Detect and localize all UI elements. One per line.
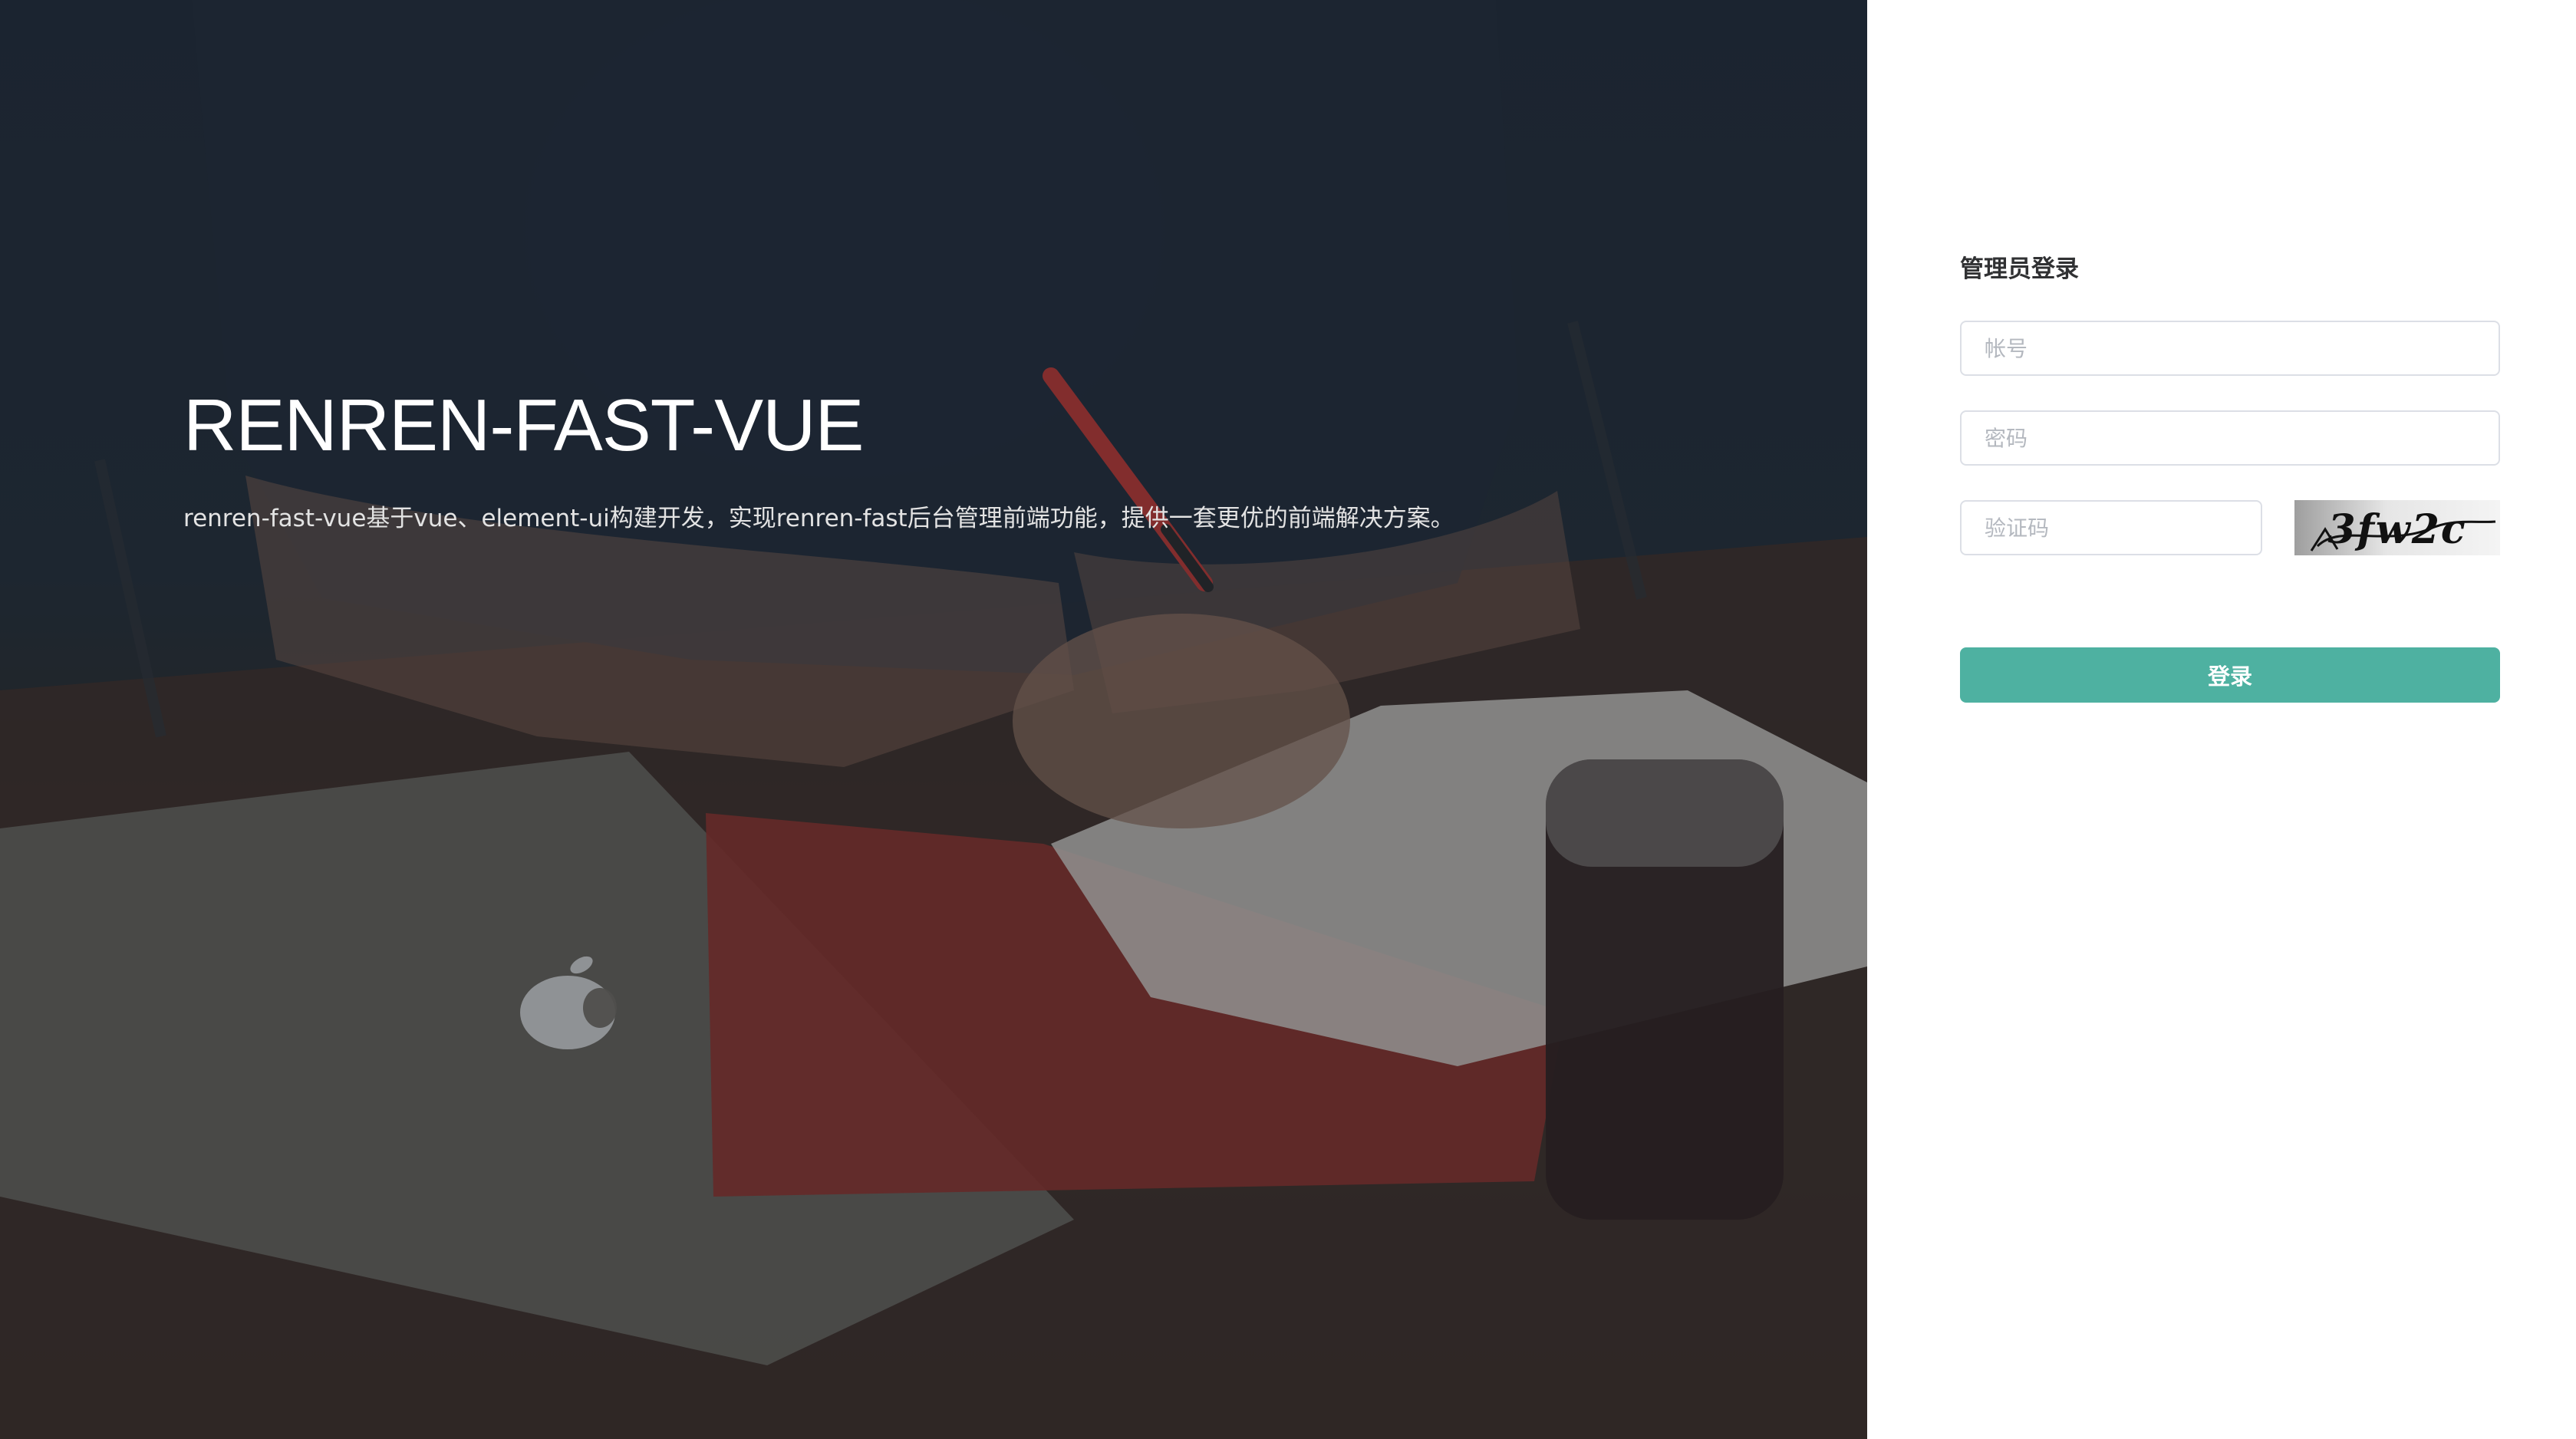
hero-content: RENREN-FAST-VUE renren-fast-vue基于vue、ele… <box>183 376 1641 535</box>
site-title: RENREN-FAST-VUE <box>183 384 864 466</box>
site-description: renren-fast-vue基于vue、element-ui构建开发，实现re… <box>183 505 1454 532</box>
password-row <box>1960 410 2500 466</box>
username-input[interactable] <box>1960 321 2500 376</box>
hero-overlay <box>0 0 1867 1439</box>
login-button[interactable]: 登录 <box>1960 647 2500 703</box>
captcha-row: 3fw2c <box>1960 500 2500 555</box>
username-row <box>1960 321 2500 376</box>
hero-section: RENREN-FAST-VUE renren-fast-vue基于vue、ele… <box>0 0 1867 1439</box>
password-input[interactable] <box>1960 410 2500 466</box>
login-form: 管理员登录 帐号 验证码 3fw2c 登录 <box>1960 245 2500 703</box>
login-page: RENREN-FAST-VUE renren-fast-vue基于vue、ele… <box>0 0 2576 1439</box>
captcha-input[interactable] <box>1960 500 2262 555</box>
login-panel: 管理员登录 帐号 验证码 3fw2c 登录 <box>1867 0 2576 1439</box>
captcha-image[interactable]: 3fw2c <box>2294 500 2500 555</box>
captcha-text: 3fw2c <box>2327 506 2466 553</box>
login-title: 管理员登录 <box>1960 255 2079 283</box>
